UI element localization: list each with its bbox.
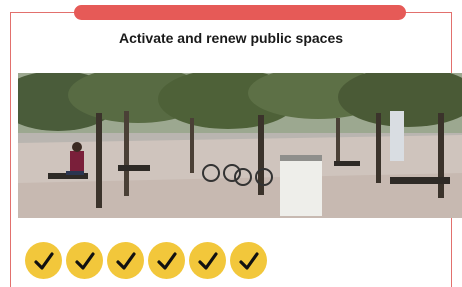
checkmark-icon: [230, 242, 267, 279]
park-photo: [18, 73, 462, 218]
check-row: [25, 242, 267, 279]
checkmark-icon: [25, 242, 62, 279]
checkmark-icon: [66, 242, 103, 279]
checkmark-icon: [189, 242, 226, 279]
checkmark-icon: [148, 242, 185, 279]
checkmark-icon: [107, 242, 144, 279]
card-title: Activate and renew public spaces: [118, 30, 344, 46]
accent-bar: [74, 5, 406, 20]
